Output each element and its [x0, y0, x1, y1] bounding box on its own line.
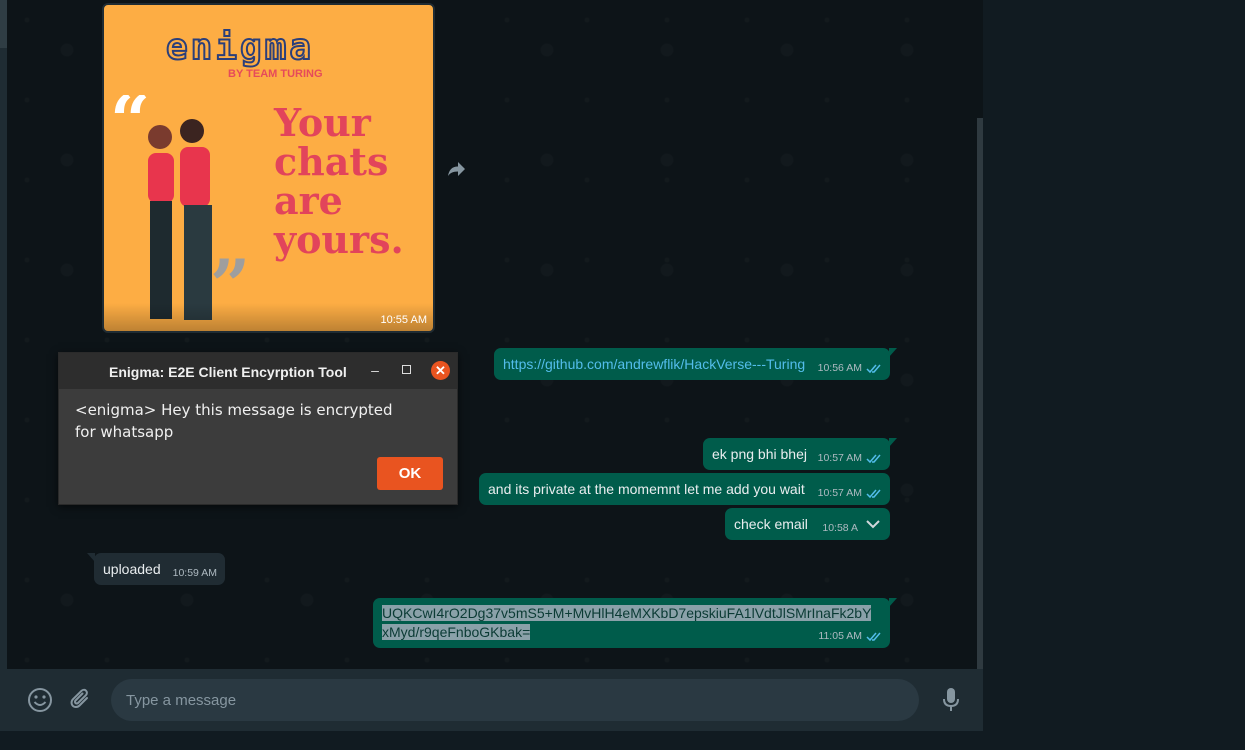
svg-text:“: “ — [110, 95, 150, 162]
message-time: 10:57 AM — [817, 452, 862, 464]
message-text: and its private at the momemnt let me ad… — [488, 481, 805, 497]
message-text: check email — [734, 516, 808, 532]
message-bubble[interactable]: ek png bhi bhej 10:57 AM — [703, 438, 897, 470]
message-bubble[interactable]: UQKCwI4rO2Dg37v5mS5+M+MvHlH4eMXKbD7epski… — [373, 598, 897, 648]
message-bubble[interactable]: https://github.com/andrewflik/HackVerse-… — [494, 348, 897, 380]
image-headline: Your chats are yours. — [274, 100, 404, 262]
dialog-message: <enigma> Hey this message is encrypted f… — [75, 401, 393, 441]
left-panel-edge-top — [0, 0, 7, 48]
right-background — [983, 0, 1245, 750]
composer-bar — [7, 669, 983, 731]
enigma-dialog: Enigma: E2E Client Encyrption Tool – ✕ <… — [58, 352, 458, 505]
couple-illustration: “ ” — [110, 95, 250, 327]
dialog-title: Enigma: E2E Client Encyrption Tool — [109, 364, 347, 380]
close-button[interactable]: ✕ — [431, 361, 450, 380]
double-check-icon — [866, 454, 881, 463]
chat-scrollbar[interactable] — [977, 118, 983, 669]
bottom-strip — [0, 731, 983, 750]
chat-pane[interactable]: enigma BY TEAM TURING Your chats are you… — [7, 0, 983, 669]
message-bubble[interactable]: uploaded 10:59 AM — [87, 553, 225, 585]
enigma-logo: enigma — [165, 26, 315, 69]
double-check-icon — [866, 489, 881, 498]
message-bubble[interactable]: and its private at the momemnt let me ad… — [479, 473, 890, 505]
microphone-icon[interactable] — [942, 687, 960, 713]
message-link[interactable]: https://github.com/andrewflik/HackVerse-… — [503, 356, 805, 372]
image-byline: BY TEAM TURING — [228, 68, 323, 80]
forward-icon[interactable] — [447, 160, 467, 178]
message-time: 11:05 AM — [818, 630, 862, 642]
minimize-button[interactable]: – — [368, 363, 382, 377]
double-check-icon — [866, 632, 881, 641]
message-time: 10:56 AM — [817, 362, 862, 374]
paperclip-icon[interactable] — [68, 687, 94, 713]
emoji-icon[interactable] — [27, 687, 53, 713]
message-input[interactable] — [111, 679, 919, 721]
encrypted-text-line[interactable]: UQKCwI4rO2Dg37v5mS5+M+MvHlH4eMXKbD7epski… — [382, 605, 872, 621]
message-bubble[interactable]: check email 10:58 A — [725, 508, 890, 540]
message-text: uploaded — [103, 561, 161, 577]
message-text: ek png bhi bhej — [712, 446, 807, 462]
message-time: 10:59 AM — [172, 567, 217, 579]
encrypted-text-line[interactable]: xMyd/r9qeFnboGKbak= — [382, 624, 531, 640]
double-check-icon — [866, 364, 881, 373]
left-panel-edge — [0, 0, 7, 750]
ok-button[interactable]: OK — [377, 457, 443, 490]
image-message[interactable]: enigma BY TEAM TURING Your chats are you… — [102, 3, 435, 333]
dialog-titlebar[interactable]: Enigma: E2E Client Encyrption Tool – ✕ — [59, 353, 457, 389]
chevron-down-icon[interactable] — [866, 519, 880, 529]
message-time: 10:58 A — [822, 522, 858, 534]
message-time: 10:55 AM — [380, 314, 427, 326]
message-time: 10:57 AM — [817, 487, 862, 499]
maximize-button[interactable] — [402, 365, 411, 374]
